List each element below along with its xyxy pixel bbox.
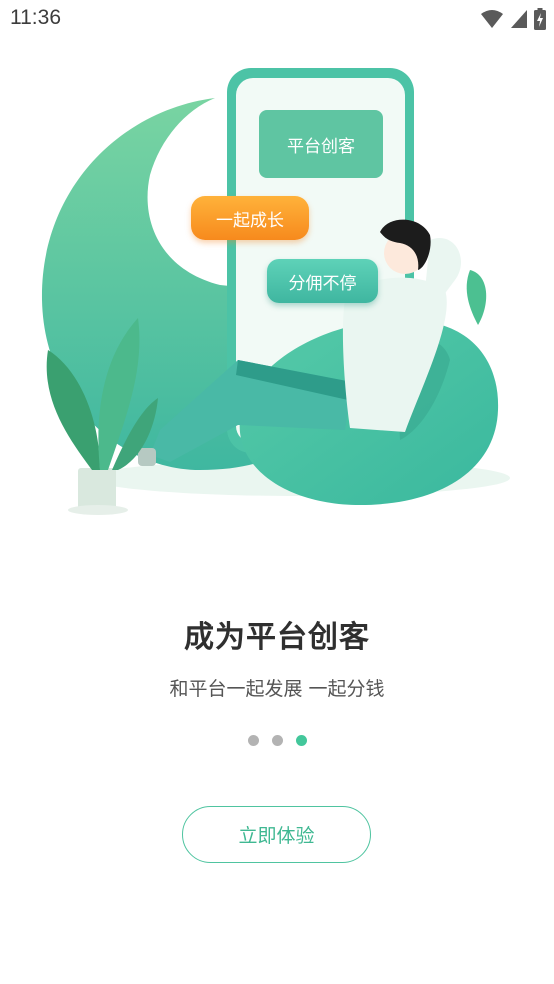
page-indicator-dot-active — [295, 735, 307, 746]
pot-shadow — [68, 505, 128, 515]
status-bar: 11:36 — [0, 0, 554, 38]
signal-icon — [511, 10, 527, 28]
status-icons — [480, 8, 546, 30]
battery-charging-icon — [534, 8, 546, 30]
bubble-grow-together: 一起成长 — [191, 196, 309, 240]
bubble-platform-maker: 平台创客 — [259, 110, 383, 178]
page-indicator — [0, 735, 554, 746]
page-subtitle: 和平台一起发展 一起分钱 — [169, 678, 385, 700]
bubble-commission: 分佣不停 — [267, 259, 378, 303]
page-title: 成为平台创客 — [184, 620, 370, 655]
person-arm — [425, 238, 461, 300]
try-now-button[interactable]: 立即体验 — [182, 806, 371, 863]
plant-pot — [78, 468, 116, 510]
page-indicator-dot — [271, 735, 283, 746]
person-shoe — [138, 448, 156, 466]
status-time: 11:36 — [10, 6, 61, 29]
page-indicator-dot — [247, 735, 259, 746]
wifi-icon — [481, 10, 503, 28]
small-leaf-right — [466, 270, 487, 325]
